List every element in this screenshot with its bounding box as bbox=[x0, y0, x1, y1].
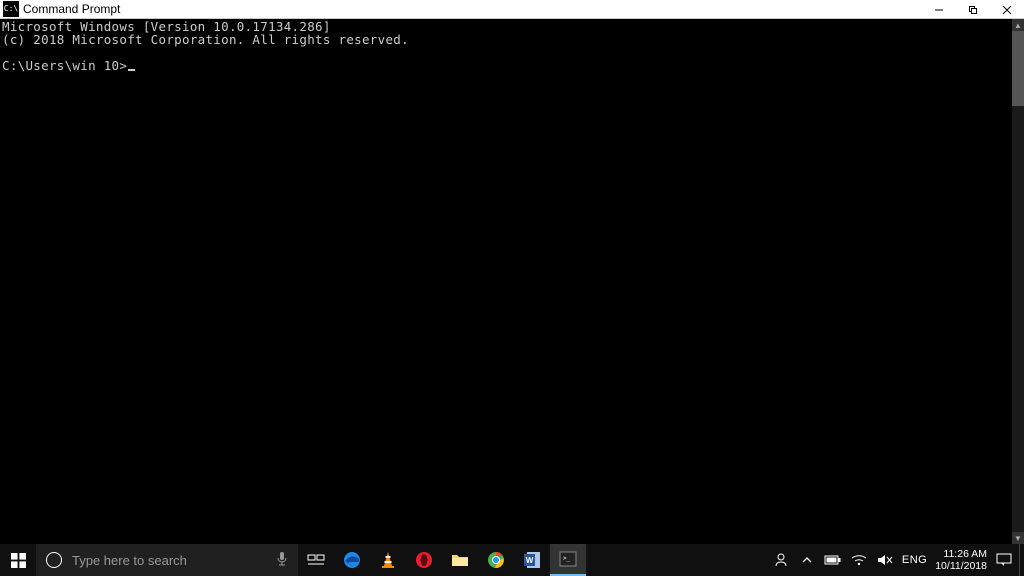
minimize-button[interactable] bbox=[922, 0, 956, 19]
cortana-icon bbox=[46, 552, 62, 568]
window-controls bbox=[922, 0, 1024, 19]
taskbar-app-word[interactable]: W bbox=[514, 544, 550, 576]
task-view-button[interactable] bbox=[298, 544, 334, 576]
system-tray: ENG 11:26 AM 10/11/2018 bbox=[766, 544, 1019, 576]
taskbar-app-opera[interactable] bbox=[406, 544, 442, 576]
terminal-cursor bbox=[128, 69, 135, 71]
terminal-line: (c) 2018 Microsoft Corporation. All righ… bbox=[2, 32, 409, 47]
folder-icon bbox=[450, 550, 470, 570]
taskbar-app-edge[interactable] bbox=[334, 544, 370, 576]
task-view-icon bbox=[306, 550, 326, 570]
terminal-container: Microsoft Windows [Version 10.0.17134.28… bbox=[0, 19, 1024, 544]
svg-text:>_: >_ bbox=[563, 555, 571, 562]
cmd-icon: C:\ bbox=[3, 1, 19, 17]
window-titlebar: C:\ Command Prompt bbox=[0, 0, 1024, 19]
window-title: Command Prompt bbox=[23, 2, 120, 16]
cmd-taskbar-icon: >_ bbox=[558, 549, 578, 569]
windows-icon bbox=[11, 553, 26, 568]
volume-mute-icon[interactable] bbox=[876, 554, 894, 566]
vlc-icon bbox=[378, 550, 398, 570]
scroll-track[interactable] bbox=[1012, 31, 1024, 532]
show-desktop-button[interactable] bbox=[1019, 544, 1024, 576]
word-icon: W bbox=[522, 550, 542, 570]
action-center-icon[interactable] bbox=[995, 553, 1013, 567]
scroll-up-arrow-icon[interactable]: ▲ bbox=[1012, 19, 1024, 31]
taskbar-app-chrome[interactable] bbox=[478, 544, 514, 576]
search-placeholder: Type here to search bbox=[72, 553, 266, 568]
clock[interactable]: 11:26 AM 10/11/2018 bbox=[935, 548, 987, 572]
tray-chevron-up-icon[interactable] bbox=[798, 555, 816, 565]
taskbar-app-cmd[interactable]: >_ bbox=[550, 544, 586, 576]
close-button[interactable] bbox=[990, 0, 1024, 19]
taskbar: Type here to search W >_ bbox=[0, 544, 1024, 576]
opera-icon bbox=[414, 550, 434, 570]
scroll-thumb[interactable] bbox=[1012, 31, 1024, 106]
battery-icon[interactable] bbox=[824, 555, 842, 565]
chrome-icon bbox=[486, 550, 506, 570]
maximize-button[interactable] bbox=[956, 0, 990, 19]
start-button[interactable] bbox=[0, 544, 36, 576]
taskbar-app-file-explorer[interactable] bbox=[442, 544, 478, 576]
taskbar-spacer bbox=[586, 544, 766, 576]
taskbar-app-vlc[interactable] bbox=[370, 544, 406, 576]
search-input[interactable]: Type here to search bbox=[36, 544, 298, 576]
people-icon[interactable] bbox=[772, 552, 790, 568]
scroll-down-arrow-icon[interactable]: ▼ bbox=[1012, 532, 1024, 544]
microphone-icon[interactable] bbox=[276, 551, 288, 570]
svg-text:W: W bbox=[526, 556, 534, 565]
clock-date: 10/11/2018 bbox=[935, 560, 987, 572]
edge-icon bbox=[342, 550, 362, 570]
clock-time: 11:26 AM bbox=[935, 548, 987, 560]
wifi-icon[interactable] bbox=[850, 554, 868, 566]
vertical-scrollbar[interactable]: ▲ ▼ bbox=[1012, 19, 1024, 544]
language-indicator[interactable]: ENG bbox=[902, 554, 927, 566]
terminal-prompt: C:\Users\win 10> bbox=[2, 58, 127, 73]
terminal-output[interactable]: Microsoft Windows [Version 10.0.17134.28… bbox=[0, 19, 1012, 544]
